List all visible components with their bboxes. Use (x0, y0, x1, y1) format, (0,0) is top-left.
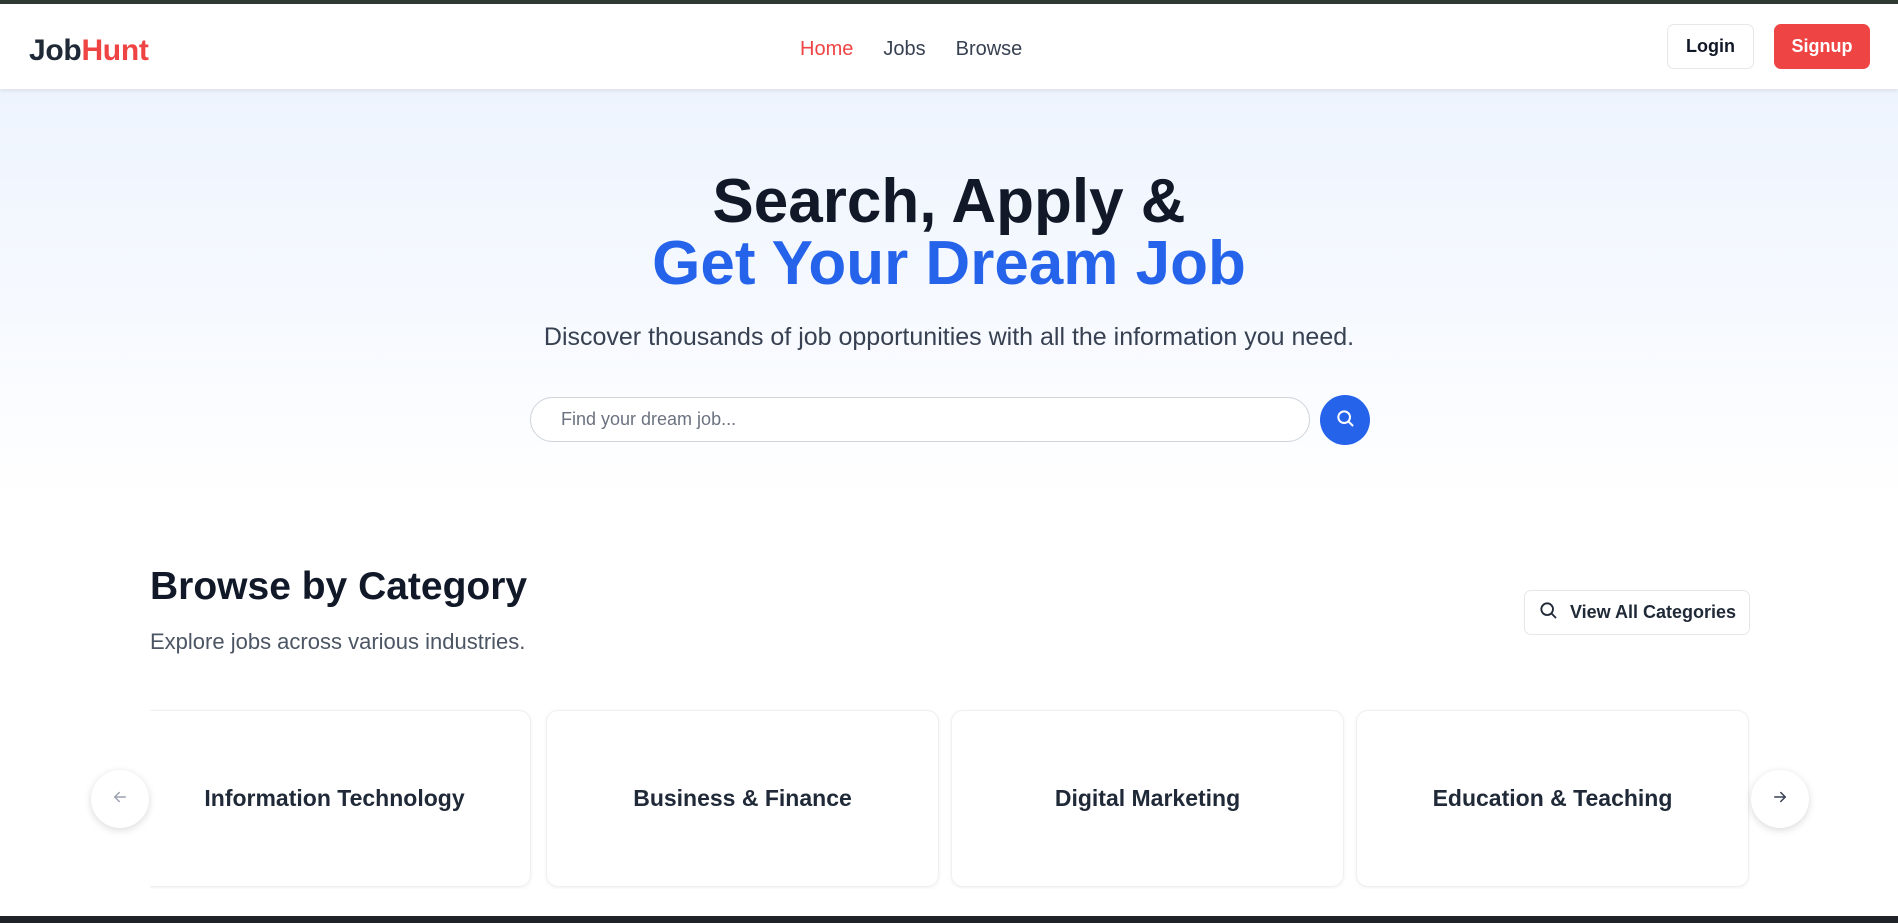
category-card[interactable]: Education & Teaching (1356, 710, 1749, 887)
hero-title-line2: Get Your Dream Job (652, 229, 1246, 298)
logo[interactable]: JobHunt (29, 34, 149, 68)
nav-link-jobs[interactable]: Jobs (883, 38, 925, 61)
window-bottom-edge (0, 916, 1898, 923)
logo-text-job: Job (29, 34, 82, 67)
arrow-left-icon (111, 788, 129, 811)
login-button[interactable]: Login (1667, 24, 1754, 69)
navbar: JobHunt Home Jobs Browse Login Signup (0, 4, 1898, 89)
category-subtitle: Explore jobs across various industries. (150, 629, 526, 654)
search-icon (1335, 408, 1355, 433)
hero-section: Search, Apply & Get Your Dream Job Disco… (0, 89, 1898, 499)
nav-link-home[interactable]: Home (800, 38, 853, 61)
category-card[interactable]: Business & Finance (546, 710, 939, 887)
nav-link-browse[interactable]: Browse (956, 38, 1023, 61)
hero-subtitle: Discover thousands of job opportunities … (543, 323, 1355, 351)
signup-button[interactable]: Signup (1774, 24, 1870, 69)
carousel-prev-button[interactable] (91, 770, 149, 828)
carousel-next-button[interactable] (1751, 770, 1809, 828)
search-button[interactable] (1320, 395, 1370, 445)
arrow-right-icon (1771, 788, 1789, 811)
nav-links: Home Jobs Browse (800, 38, 1022, 61)
category-card-label: Business & Finance (633, 785, 852, 811)
logo-text-hunt: Hunt (81, 34, 149, 67)
category-card[interactable]: Information Technology (150, 710, 531, 887)
hero-title-line1: Search, Apply & (712, 167, 1186, 236)
search-input[interactable] (530, 397, 1310, 442)
view-all-categories-button[interactable]: View All Categories (1524, 590, 1750, 635)
category-card-label: Education & Teaching (1432, 785, 1673, 811)
view-all-label: View All Categories (1569, 602, 1737, 622)
category-title: Browse by Category (150, 565, 528, 608)
category-card-label: Information Technology (204, 785, 465, 811)
category-carousel: Information Technology Business & Financ… (150, 709, 1750, 889)
search-icon (1538, 600, 1558, 625)
category-card[interactable]: Digital Marketing (951, 710, 1344, 887)
category-card-label: Digital Marketing (1054, 785, 1241, 811)
